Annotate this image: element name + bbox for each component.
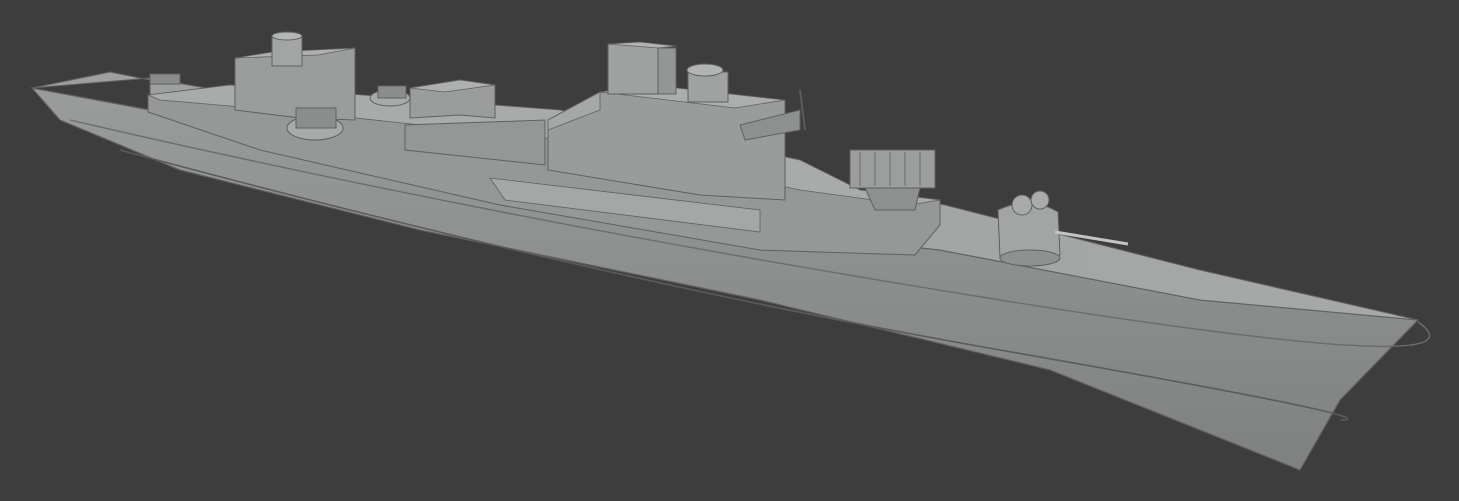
launcher-box — [849, 149, 936, 189]
aft-deckhouse — [607, 43, 659, 95]
aft-director — [687, 71, 729, 103]
ship-model — [30, 31, 1431, 471]
3d-viewport[interactable] — [0, 0, 1459, 501]
